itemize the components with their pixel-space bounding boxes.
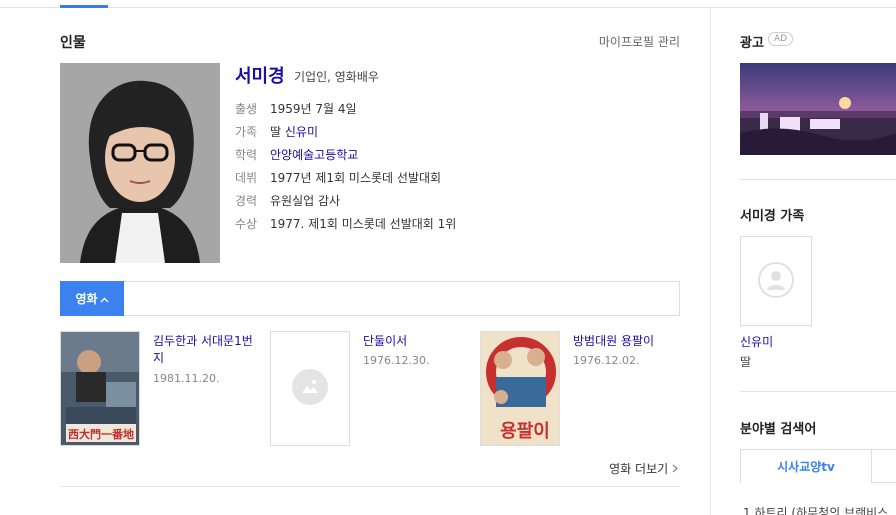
next-section-title: ...: [60, 508, 74, 515]
movie-poster-placeholder[interactable]: [270, 331, 350, 446]
info-value: 1977. 제1회 미스롯데 선발대회 1위: [270, 217, 457, 231]
section-divider: [60, 486, 680, 487]
info-value: 1977년 제1회 미스롯데 선발대회: [270, 171, 442, 185]
svg-text:西大門一番地: 西大門一番地: [68, 427, 134, 441]
ad-badge[interactable]: AD: [768, 32, 794, 46]
column-divider: [710, 8, 711, 515]
info-value: 1959년 7월 4일: [270, 102, 357, 116]
movie-title[interactable]: 김두한과 서대문1번지: [153, 333, 263, 367]
section-title: 인물: [60, 35, 86, 51]
info-row-birth: 출생 1959년 7월 4일: [235, 97, 456, 120]
chevron-right-icon: [672, 462, 678, 476]
svg-text:용팔이: 용팔이: [500, 421, 550, 442]
right-divider: [740, 179, 896, 180]
ad-title: 광고: [740, 36, 764, 51]
info-list: 출생 1959년 7월 4일 가족 딸 신유미 학력 안양예술고등학교 데뷔 1…: [235, 97, 456, 235]
profile-photo[interactable]: [60, 63, 220, 263]
family-title: 서미경 가족: [740, 209, 805, 224]
info-row-award: 수상 1977. 제1회 미스롯데 선발대회 1위: [235, 212, 456, 235]
movie-date: 1976.12.30.: [363, 354, 430, 367]
chevron-up-icon: [100, 292, 109, 306]
movie-more-link[interactable]: 영화 더보기: [609, 460, 678, 477]
my-profile-manage-link[interactable]: 마이프로필 관리: [599, 33, 680, 50]
family-member-relation: 딸: [740, 355, 752, 369]
info-row-education: 학력 안양예술고등학교: [235, 143, 456, 166]
family-photo-placeholder[interactable]: [740, 236, 812, 326]
active-nav-indicator: [60, 5, 108, 8]
info-key: 수상: [235, 217, 258, 231]
family-member-name[interactable]: 신유미: [740, 333, 773, 350]
field-keyword-title: 분야별 검색어: [740, 422, 817, 437]
education-link[interactable]: 안양예술고등학교: [270, 146, 358, 163]
movie-date: 1976.12.02.: [573, 354, 640, 367]
info-row-family: 가족 딸 신유미: [235, 120, 456, 143]
person-roles: 기업인, 영화배우: [294, 70, 379, 84]
info-key: 데뷔: [235, 171, 258, 185]
info-row-debut: 데뷔 1977년 제1회 미스롯데 선발대회: [235, 166, 456, 189]
movie-more-label: 영화 더보기: [609, 462, 669, 476]
keyword-item[interactable]: 1 하트리 (하무청의 브랜비스: [743, 504, 888, 515]
movie-date: 1981.11.20.: [153, 372, 220, 385]
tab-culture-tv[interactable]: 시사교양tv: [740, 449, 872, 483]
tab-next[interactable]: [872, 449, 896, 483]
info-key: 학력: [235, 148, 258, 162]
right-divider: [740, 391, 896, 392]
movie-title[interactable]: 방범대원 용팔이: [573, 333, 683, 350]
movie-title[interactable]: 단둘이서: [363, 333, 473, 350]
info-key: 가족: [235, 125, 258, 139]
ad-banner-image[interactable]: [740, 63, 896, 155]
info-value: 유원실업 감사: [270, 194, 341, 208]
person-name[interactable]: 서미경: [235, 62, 285, 88]
top-border: [0, 7, 896, 8]
movie-poster[interactable]: 西大門一番地: [60, 331, 140, 446]
info-key: 경력: [235, 194, 258, 208]
person-placeholder-icon: [758, 261, 794, 301]
image-placeholder-icon: [292, 369, 328, 408]
info-key: 출생: [235, 102, 258, 116]
movie-poster[interactable]: 용팔이: [480, 331, 560, 446]
family-link[interactable]: 신유미: [285, 125, 318, 139]
tab-movie[interactable]: 영화: [60, 281, 124, 316]
info-value: 딸 신유미: [270, 125, 318, 139]
content-tabbar: 영화: [60, 281, 680, 316]
tab-movie-label: 영화: [75, 292, 98, 306]
info-row-career: 경력 유원실업 감사: [235, 189, 456, 212]
